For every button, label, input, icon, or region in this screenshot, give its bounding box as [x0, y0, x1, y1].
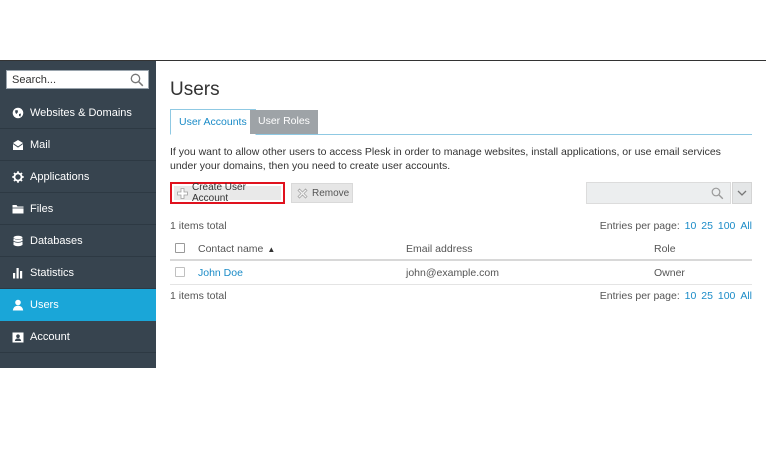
create-user-account-button[interactable]: Create User Account	[170, 182, 285, 204]
sidebar-item-label: Users	[30, 298, 59, 311]
create-user-account-label: Create User Account	[192, 182, 246, 204]
column-email-address: Email address	[406, 243, 473, 255]
globe-icon	[12, 107, 24, 119]
page-size-100[interactable]: 100	[718, 290, 736, 302]
user-name-link[interactable]: John Doe	[198, 261, 243, 285]
tab-bar: User Accounts User Roles	[170, 109, 752, 135]
sidebar-item-label: Databases	[30, 234, 83, 247]
sidebar-search-input[interactable]	[7, 71, 125, 88]
list-search-field[interactable]	[586, 182, 731, 204]
column-contact-name[interactable]: Contact name ▲	[198, 237, 275, 261]
sidebar-item-files[interactable]: Files	[0, 193, 156, 225]
sidebar-item-label: Statistics	[30, 266, 75, 279]
user-icon	[12, 299, 24, 311]
sidebar-item-applications[interactable]: Applications	[0, 161, 156, 193]
sidebar-item-label: Files	[30, 202, 54, 215]
chevron-down-icon	[737, 187, 747, 199]
page-size-all[interactable]: All	[740, 290, 752, 302]
bar-chart-icon	[12, 267, 24, 279]
search-icon[interactable]	[130, 73, 144, 87]
sidebar-item-account[interactable]: Account	[0, 321, 156, 353]
sidebar: Websites & Domains Mail Applications Fil…	[0, 61, 156, 368]
user-email: john@example.com	[406, 267, 499, 279]
sidebar-item-label: Websites & Domains	[30, 106, 132, 119]
remove-label: Remove	[312, 187, 350, 199]
users-table: Contact name ▲ Email address Role John Do…	[170, 237, 752, 285]
items-total-bottom: 1 items total	[170, 290, 227, 302]
sort-ascending-icon: ▲	[267, 245, 276, 254]
page-size-all[interactable]: All	[740, 220, 752, 232]
table-header: Contact name ▲ Email address Role	[170, 237, 752, 261]
id-card-icon	[12, 331, 24, 343]
gear-icon	[12, 170, 24, 183]
sidebar-item-label: Applications	[30, 170, 90, 183]
sidebar-item-databases[interactable]: Databases	[0, 225, 156, 257]
envelope-icon	[12, 139, 24, 151]
page-size-10[interactable]: 10	[685, 220, 697, 232]
page-size-10[interactable]: 10	[685, 290, 697, 302]
entries-per-page-top: Entries per page: 10 25 100 All	[600, 220, 752, 232]
page-size-100[interactable]: 100	[718, 220, 736, 232]
page-size-25[interactable]: 25	[701, 220, 713, 232]
tab-user-accounts[interactable]: User Accounts	[170, 109, 256, 135]
items-total-top: 1 items total	[170, 220, 227, 232]
tab-user-roles[interactable]: User Roles	[250, 110, 318, 134]
toolbar: Create User Account Remove	[170, 182, 752, 204]
remove-icon	[297, 187, 308, 199]
entries-per-page-bottom: Entries per page: 10 25 100 All	[600, 290, 752, 302]
page-title: Users	[170, 79, 220, 100]
search-options-toggle[interactable]	[732, 182, 752, 204]
sidebar-item-statistics[interactable]: Statistics	[0, 257, 156, 289]
folder-icon	[12, 203, 24, 215]
column-role: Role	[654, 243, 676, 255]
sidebar-item-label: Account	[30, 330, 70, 343]
sidebar-nav: Websites & Domains Mail Applications Fil…	[0, 97, 156, 353]
table-row: John Doe john@example.com Owner	[170, 261, 752, 285]
remove-button[interactable]: Remove	[291, 183, 353, 203]
entries-per-page-label: Entries per page:	[599, 220, 680, 232]
main-content: Users User Accounts User Roles If you wa…	[170, 61, 754, 368]
user-role: Owner	[654, 267, 685, 279]
row-checkbox[interactable]	[175, 267, 185, 277]
sidebar-item-websites-domains[interactable]: Websites & Domains	[0, 97, 156, 129]
database-icon	[12, 235, 24, 247]
sidebar-search	[6, 70, 149, 89]
plesk-window: Websites & Domains Mail Applications Fil…	[0, 60, 766, 368]
sidebar-item-users[interactable]: Users	[0, 289, 156, 321]
entries-per-page-label: Entries per page:	[599, 290, 680, 302]
page-description: If you want to allow other users to acce…	[170, 146, 721, 172]
search-icon[interactable]	[711, 187, 724, 200]
page-size-25[interactable]: 25	[701, 290, 713, 302]
select-all-checkbox[interactable]	[175, 243, 185, 253]
sidebar-item-label: Mail	[30, 138, 51, 151]
sidebar-item-mail[interactable]: Mail	[0, 129, 156, 161]
plus-icon	[177, 187, 188, 199]
